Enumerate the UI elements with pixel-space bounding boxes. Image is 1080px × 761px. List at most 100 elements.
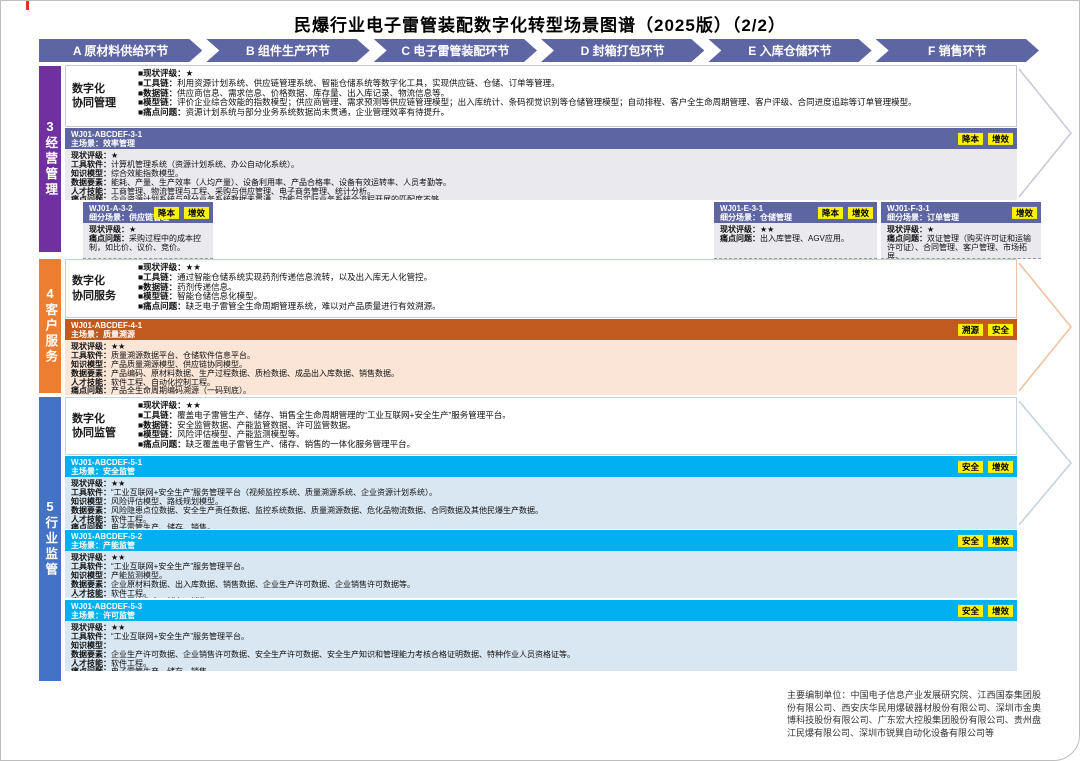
card-badges: 安全增效 xyxy=(958,605,1013,617)
card-line: 痛点问题：电子雷管生产、储存、销售。 xyxy=(71,524,1011,529)
line-label: 工具软件： xyxy=(71,351,111,360)
section-bar-operations: 3 经营管理 xyxy=(39,66,61,252)
tag-badge: 降本 xyxy=(958,133,983,145)
intro-title-line: 协同服务 xyxy=(72,289,138,303)
card-badges: 增效 xyxy=(1012,207,1037,219)
line-label: 知识模型： xyxy=(71,571,111,580)
card-scene: 主场景：产能监管 xyxy=(71,541,1011,550)
section-bar-industry-regulation: 5 行业监管 xyxy=(39,397,61,681)
line-label: 数据要素： xyxy=(71,369,111,378)
card-line: 数据要素：风险隐患点位数据、安全生产责任数据、监控系统数据、质量溯源数据、危化品… xyxy=(71,507,1011,516)
process-step: F 销售环节 xyxy=(876,39,1039,62)
section-number: 3 xyxy=(46,120,53,133)
scene-card-capacity-regulation: WJ01-ABCDEF-5-2主场景：产能监管安全增效现状评级：★★工具软件：“… xyxy=(65,530,1017,598)
bullet-label: ■痛点问题： xyxy=(138,301,186,311)
intro-title-line: 数字化 xyxy=(72,82,138,96)
line-label: 痛点问题： xyxy=(720,234,760,243)
card-line: 痛点问题：采购过程中的成本控制，如比价、议价、竞价。 xyxy=(89,235,207,253)
bullet-label: ■现状评级： xyxy=(138,262,186,272)
scene-card-quality-trace: WJ01-ABCDEF-4-1主场景：质量溯源溯源安全现状评级：★★工具软件：质… xyxy=(65,319,1017,395)
bullet-label: ■模型链： xyxy=(138,97,177,107)
card-code: WJ01-ABCDEF-5-1 xyxy=(71,458,1011,467)
section-number: 5 xyxy=(46,500,53,513)
section-label: 客户服务 xyxy=(44,303,57,365)
process-step: C 电子雷管装配环节 xyxy=(374,39,537,62)
process-step: D 封箱打包环节 xyxy=(541,39,704,62)
tag-badge: 降本 xyxy=(154,207,179,219)
card-header: WJ01-ABCDEF-4-1主场景：质量溯源溯源安全 xyxy=(65,319,1017,340)
bullet-label: ■痛点问题： xyxy=(138,107,186,117)
section-bar-customer-service: 4 客户服务 xyxy=(39,259,61,393)
card-header: WJ01-ABCDEF-5-3主场景：许可监管安全增效 xyxy=(65,600,1017,621)
page-title: 民爆行业电子雷管装配数字化转型场景图谱（2025版）（2/2） xyxy=(1,11,1079,36)
tag-badge: 安全 xyxy=(958,535,983,547)
tag-badge: 增效 xyxy=(1012,207,1037,219)
card-body: 现状评级：★工具软件：计算机管理系统（资源计划系统、办公自动化系统）。知识模型：… xyxy=(65,149,1017,200)
intro-title: 数字化协同管理 xyxy=(72,69,138,123)
section-arrow-outline xyxy=(1017,65,1077,201)
intro-title-line: 协同监管 xyxy=(72,426,138,440)
card-badges: 降本增效 xyxy=(818,207,873,219)
intro-block-collab-regulation: 数字化协同监管 ■现状评级：★★■工具链：覆盖电子雷管生产、储存、销售全生命周期… xyxy=(65,397,1017,455)
intro-bullet: ■痛点问题：资源计划系统与部分业务系统数据尚未贯通，企业管理效率有待提升。 xyxy=(138,108,1010,118)
card-header: WJ01-A-3-2细分场景：供应链管理降本增效 xyxy=(83,202,213,223)
card-line: 痛点问题：出入库管理、AGV应用。 xyxy=(720,235,871,244)
line-label: 数据要素： xyxy=(71,580,111,589)
card-badges: 降本增效 xyxy=(154,207,209,219)
intro-title-line: 数字化 xyxy=(72,274,138,288)
card-badges: 安全增效 xyxy=(958,535,1013,547)
tag-badge: 安全 xyxy=(988,324,1013,336)
bullet-label: ■工具链： xyxy=(138,272,177,282)
poster-page: 民爆行业电子雷管装配数字化转型场景图谱（2025版）（2/2） A 原材料供给环… xyxy=(0,0,1080,761)
line-label: 痛点问题： xyxy=(71,597,111,598)
credits-text: 主要编制单位：中国电子信息产业发展研究院、江西国泰集团股份有限公司、西安庆华民用… xyxy=(787,689,1041,739)
card-line: 数据要素：企业生产许可数据、企业销售许可数据、安全生产许可数据、安全生产知识和管… xyxy=(71,651,1011,660)
line-label: 知识模型： xyxy=(71,641,111,650)
card-code: WJ01-ABCDEF-5-2 xyxy=(71,532,1011,541)
process-step: E 入库仓储环节 xyxy=(708,39,871,62)
line-label: 痛点问题： xyxy=(71,386,111,395)
card-scene: 主场景：许可监管 xyxy=(71,611,1011,620)
scene-card-safety-regulation: WJ01-ABCDEF-5-1主场景：安全监管安全增效现状评级：★★工具软件：“… xyxy=(65,456,1017,529)
card-body: 现状评级：★★工具软件：质量溯源数据平台、仓储软件信息平台。知识模型：产品质量溯… xyxy=(65,340,1017,395)
card-line: 痛点问题：产品全生命周期编码溯源（一码到底）。 xyxy=(71,387,1011,395)
bullet-label: ■现状评级： xyxy=(138,68,186,78)
section-label: 行业监管 xyxy=(44,516,57,578)
intro-bullet: ■痛点问题：缺乏电子雷管全生命周期管理系统，难以对产品质量进行有效溯源。 xyxy=(138,302,1010,312)
card-line: 工具软件：“工业互联网+安全生产”服务管理平台。 xyxy=(71,563,1011,572)
card-header: WJ01-ABCDEF-5-2主场景：产能监管安全增效 xyxy=(65,530,1017,551)
intro-bullets: ■现状评级：★■工具链：利用资源计划系统、供应链管理系统、智能仓储系统等数字化工… xyxy=(138,69,1010,123)
card-body: 现状评级：★痛点问题：采购过程中的成本控制，如比价、议价、竞价。 xyxy=(83,223,213,259)
process-step: B 组件生产环节 xyxy=(206,39,369,62)
card-scene: 主场景：效率管理 xyxy=(71,139,1011,148)
card-body: 现状评级：★★工具软件：“工业互联网+安全生产”服务管理平台（视频监控系统、质量… xyxy=(65,477,1017,529)
card-line: 工具软件：“工业互联网+安全生产”服务管理平台。 xyxy=(71,633,1011,642)
intro-title: 数字化协同监管 xyxy=(72,401,138,451)
card-body: 现状评级：★★工具软件：“工业互联网+安全生产”服务管理平台。知识模型：产能监测… xyxy=(65,551,1017,598)
line-label: 知识模型： xyxy=(71,497,111,506)
tag-badge: 增效 xyxy=(848,207,873,219)
intro-bullet: ■数据链：药剂传递信息。 xyxy=(138,283,1010,293)
section-label: 经营管理 xyxy=(44,136,57,198)
scene-card-warehouse: WJ01-E-3-1细分场景：仓储管理降本增效现状评级：★★痛点问题：出入库管理… xyxy=(714,202,877,259)
card-body: 现状评级：★痛点问题：双证管理（购买许可证和运输许可证）、合同管理、客户管理、市… xyxy=(881,223,1041,259)
tag-badge: 增效 xyxy=(988,605,1013,617)
card-line: 痛点问题：电子雷管生产、储存、销售。 xyxy=(71,668,1011,671)
card-code: WJ01-ABCDEF-5-3 xyxy=(71,602,1011,611)
card-scene: 主场景：安全监管 xyxy=(71,467,1011,476)
card-header: WJ01-F-3-1细分场景：订单管理增效 xyxy=(881,202,1041,223)
line-label: 工具软件： xyxy=(71,488,111,497)
intro-title-line: 协同管理 xyxy=(72,96,138,110)
line-label: 数据要素： xyxy=(71,650,111,659)
scene-card-orders: WJ01-F-3-1细分场景：订单管理增效现状评级：★痛点问题：双证管理（购买许… xyxy=(881,202,1041,259)
scene-card-permit-regulation: WJ01-ABCDEF-5-3主场景：许可监管安全增效现状评级：★★工具软件：“… xyxy=(65,600,1017,671)
tag-badge: 增效 xyxy=(184,207,209,219)
line-label: 痛点问题： xyxy=(887,234,927,243)
section-arrow-outline xyxy=(1017,397,1077,529)
section-number: 4 xyxy=(46,287,53,300)
bullet-label: ■痛点问题： xyxy=(138,439,186,449)
page-corner-mark xyxy=(26,1,29,10)
line-label: 数据要素： xyxy=(71,178,111,187)
card-header: WJ01-ABCDEF-5-1主场景：安全监管安全增效 xyxy=(65,456,1017,477)
tag-badge: 降本 xyxy=(818,207,843,219)
